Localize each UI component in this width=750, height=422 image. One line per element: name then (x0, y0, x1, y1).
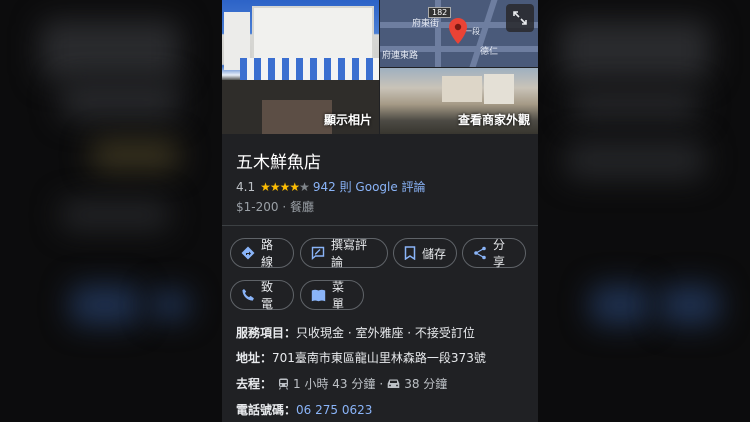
map-thumbnail[interactable]: 182 府東街 府連東路 德仁 一段 (380, 0, 538, 67)
menu-book-icon (311, 289, 326, 301)
share-label: 分享 (493, 238, 506, 269)
phone-row: 電話號碼： 06 275 0623 (236, 401, 372, 418)
divider (222, 225, 538, 226)
street-view-label: 查看商家外觀 (458, 113, 531, 127)
directions-button[interactable]: 路線 (230, 238, 294, 269)
drive-time: 38 分鐘 (404, 377, 448, 391)
rating-value: 4.1 (236, 179, 256, 194)
rating-row: 4.1 ★★★★★ 942 則 Google 評論 (236, 178, 426, 195)
phone-number-link[interactable]: 06 275 0623 (296, 403, 372, 417)
call-button[interactable]: 致電 (230, 280, 294, 311)
save-label: 儲存 (422, 246, 447, 261)
map-label: 府連東路 (382, 51, 419, 61)
car-icon (387, 379, 400, 388)
phone-label: 電話號碼： (236, 403, 297, 417)
share-button[interactable]: 分享 (462, 238, 526, 269)
street-view-thumbnail[interactable]: 查看商家外觀 (380, 68, 538, 134)
rate-review-icon (311, 246, 325, 260)
services-label: 服務項目： (236, 326, 297, 340)
photo-strip: 顯示相片 182 府東街 府連東路 德仁 一段 查看商家外觀 (222, 0, 538, 134)
transit-time: 1 小時 43 分鐘 (293, 377, 376, 391)
address-value[interactable]: 701臺南市東區龍山里林森路一段373號 (272, 349, 486, 366)
travel-row: 去程： 1 小時 43 分鐘 · 38 分鐘 (236, 375, 447, 392)
travel-label: 去程： (236, 377, 273, 391)
expand-map-button[interactable] (506, 4, 534, 32)
phone-icon (242, 289, 254, 301)
services-value: 只收現金 · 室外雅座 · 不接受訂位 (296, 326, 475, 340)
directions-label: 路線 (261, 238, 274, 269)
address-row: 地址： 701臺南市東區龍山里林森路一段373號 (236, 349, 486, 366)
menu-button[interactable]: 菜單 (300, 280, 364, 311)
place-title: 五木鮮魚店 (236, 153, 321, 173)
transit-icon (279, 378, 289, 390)
map-pin-icon (449, 18, 467, 44)
shop-sign (252, 6, 374, 62)
save-button[interactable]: 儲存 (393, 238, 457, 268)
call-label: 致電 (261, 280, 274, 311)
map-label: 德仁 (480, 47, 499, 57)
price-category: $1-200 · 餐廳 (236, 200, 314, 214)
menu-label: 菜單 (332, 280, 345, 311)
place-panel: 顯示相片 182 府東街 府連東路 德仁 一段 查看商家外觀 五木鮮魚店 4.1… (222, 0, 538, 422)
write-review-label: 撰寫評論 (331, 238, 368, 269)
map-label: 府東街 (412, 19, 440, 29)
reviews-link[interactable]: 942 則 Google 評論 (313, 178, 426, 195)
expand-icon (513, 11, 527, 25)
write-review-button[interactable]: 撰寫評論 (300, 238, 388, 269)
directions-icon (241, 246, 255, 260)
services-row: 服務項目： 只收現金 · 室外雅座 · 不接受訂位 (236, 324, 475, 341)
share-icon (474, 246, 486, 260)
separator: · (379, 376, 384, 391)
star-rating-icon: ★★★★★ (260, 179, 310, 194)
address-label: 地址： (236, 351, 273, 365)
photos-thumbnail[interactable]: 顯示相片 (222, 0, 379, 134)
bookmark-icon (404, 246, 416, 260)
show-photos-label: 顯示相片 (324, 113, 373, 127)
